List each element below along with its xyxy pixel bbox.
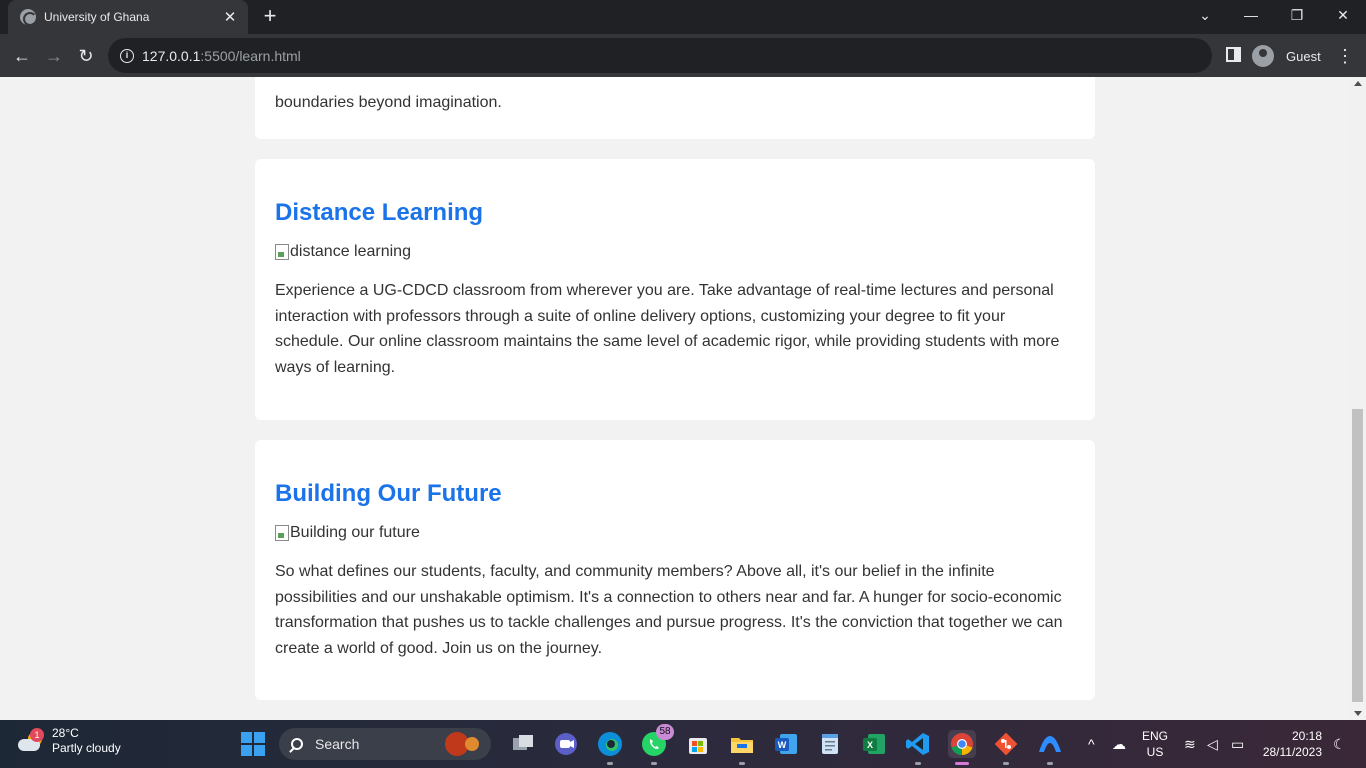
edge-icon[interactable]: [596, 730, 624, 765]
notepad-icon[interactable]: [816, 730, 844, 758]
menu-icon[interactable]: ⋮: [1336, 42, 1354, 70]
language-indicator[interactable]: ENG US: [1140, 728, 1170, 768]
profile-label: Guest: [1286, 48, 1321, 64]
whatsapp-icon[interactable]: 58: [640, 724, 674, 765]
reload-button[interactable]: ↻: [72, 42, 100, 70]
svg-text:W: W: [778, 740, 787, 750]
restore-button[interactable]: ❐: [1274, 0, 1320, 30]
globe-icon: [20, 9, 37, 26]
weather-desc: Partly cloudy: [52, 741, 121, 755]
weather-widget[interactable]: 1 28°C Partly cloudy: [18, 726, 121, 756]
tab-search-icon[interactable]: ⌄: [1182, 0, 1228, 30]
minimize-button[interactable]: —: [1228, 0, 1274, 30]
broken-image-icon: [275, 244, 289, 260]
page-viewport: boundaries beyond imagination. Distance …: [0, 77, 1350, 720]
tab-title: University of Ghana: [44, 10, 150, 24]
cloud-offline-icon[interactable]: ☁: [1112, 736, 1126, 753]
clock-time: 20:18: [1291, 729, 1322, 743]
previous-section-text: boundaries beyond imagination.: [275, 94, 502, 111]
search-highlight-icon: [441, 731, 485, 757]
broken-image-icon: [275, 525, 289, 541]
svg-text:X: X: [867, 740, 873, 750]
close-tab-icon[interactable]: ✕: [222, 8, 238, 26]
volume-icon[interactable]: ◁: [1207, 736, 1218, 753]
browser-toolbar: ← → ↻ i 127.0.0.1 :5500/learn.html Guest…: [0, 34, 1366, 77]
partly-cloudy-icon: 1: [18, 728, 44, 752]
notifications-icon[interactable]: ☾: [1333, 736, 1346, 753]
image-alt-text: Building our future: [290, 524, 420, 541]
back-button[interactable]: ←: [8, 42, 36, 70]
weather-badge: 1: [30, 728, 44, 742]
search-icon: [291, 738, 303, 750]
section-heading: Distance Learning: [275, 199, 484, 226]
side-panel-icon[interactable]: [1226, 47, 1241, 62]
windows-taskbar: 1 28°C Partly cloudy Search 58 W X ^ ☁ E…: [0, 720, 1366, 768]
teams-chat-icon[interactable]: [552, 730, 580, 758]
vertical-scrollbar[interactable]: [1350, 77, 1366, 720]
vscode-icon[interactable]: [904, 730, 932, 765]
search-label: Search: [315, 736, 360, 752]
profile-button[interactable]: Guest: [1252, 42, 1321, 70]
excel-icon[interactable]: X: [860, 730, 888, 758]
image-alt-text: distance learning: [290, 243, 411, 260]
task-view-icon[interactable]: [509, 730, 537, 758]
close-window-button[interactable]: ✕: [1320, 0, 1366, 30]
section-body: Experience a UG-CDCD classroom from wher…: [275, 282, 1060, 377]
browser-tab[interactable]: University of Ghana ✕: [8, 0, 248, 34]
chrome-icon[interactable]: [948, 730, 976, 765]
avatar-icon: [1252, 45, 1274, 67]
info-icon[interactable]: i: [120, 48, 134, 63]
new-tab-button[interactable]: +: [258, 4, 282, 28]
word-icon[interactable]: W: [772, 730, 800, 758]
taskbar-search[interactable]: Search: [279, 728, 491, 760]
previous-section-card: boundaries beyond imagination.: [255, 77, 1095, 139]
file-explorer-icon[interactable]: [728, 730, 756, 765]
section-image: Building our future: [275, 524, 1075, 542]
section-body: So what defines our students, faculty, a…: [275, 563, 1063, 658]
tab-strip: University of Ghana ✕ + ⌄ — ❐ ✕: [0, 0, 1366, 34]
forward-button[interactable]: →: [40, 42, 68, 70]
section-card-building-our-future: Building Our Future Building our future …: [255, 440, 1095, 700]
git-icon[interactable]: [992, 730, 1020, 765]
clock[interactable]: 20:18 28/11/2023: [1258, 728, 1322, 768]
url-path: :5500/learn.html: [200, 47, 301, 64]
section-card-distance-learning: Distance Learning distance learning Expe…: [255, 159, 1095, 420]
scroll-down-icon[interactable]: [1354, 711, 1362, 716]
url-host: 127.0.0.1: [142, 47, 201, 64]
start-button[interactable]: [241, 732, 265, 756]
section-heading: Building Our Future: [275, 480, 502, 507]
chevron-up-icon[interactable]: ^: [1088, 736, 1095, 752]
scrollbar-thumb[interactable]: [1352, 409, 1363, 702]
microsoft-store-icon[interactable]: [684, 730, 712, 758]
whatsapp-badge: 58: [656, 724, 674, 740]
clock-date: 28/11/2023: [1262, 745, 1322, 759]
language-primary: ENG: [1141, 729, 1168, 743]
battery-icon[interactable]: ▭: [1231, 736, 1244, 753]
address-bar[interactable]: i 127.0.0.1 :5500/learn.html: [108, 38, 1212, 73]
section-image: distance learning: [275, 243, 1075, 261]
language-secondary: US: [1146, 745, 1164, 759]
scroll-up-icon[interactable]: [1354, 81, 1362, 86]
weather-temp: 28°C: [52, 726, 79, 740]
wifi-icon[interactable]: ≋: [1184, 736, 1196, 753]
vpn-icon[interactable]: [1036, 730, 1064, 765]
